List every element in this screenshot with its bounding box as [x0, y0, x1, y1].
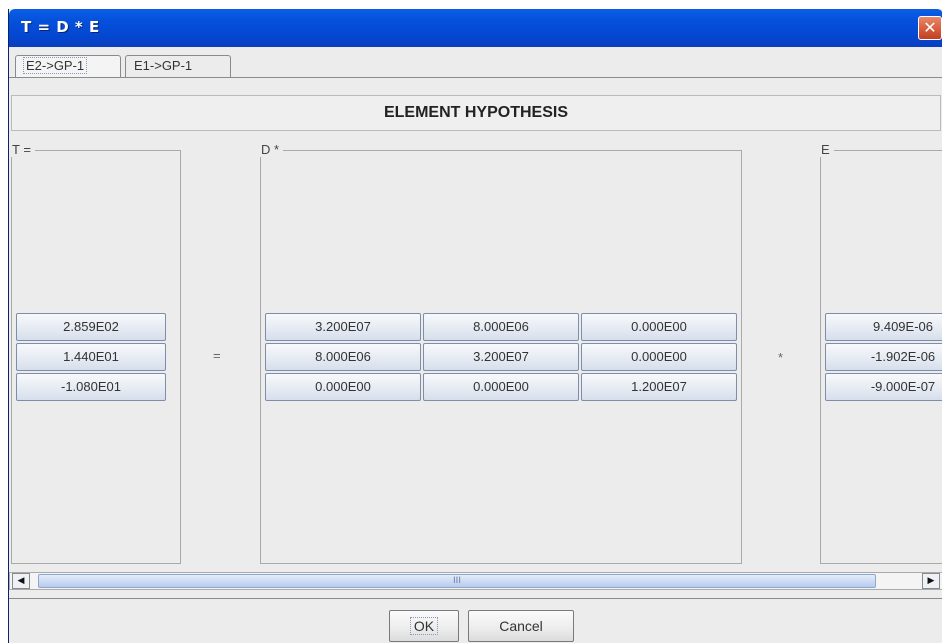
d-cell-2-1[interactable]: 0.000E00 — [423, 373, 579, 401]
tab-strip: E2->GP-1 E1->GP-1 — [9, 47, 942, 77]
d-cell-1-1[interactable]: 3.200E07 — [423, 343, 579, 371]
d-cell-1-0[interactable]: 8.000E06 — [265, 343, 421, 371]
group-label-d: D * — [259, 142, 284, 157]
tab-e2-gp1[interactable]: E2->GP-1 — [15, 55, 121, 77]
scroll-right-button[interactable]: ▶ — [922, 573, 940, 589]
tab-label: E2->GP-1 — [22, 57, 88, 74]
section-header: ELEMENT HYPOTHESIS — [11, 95, 941, 131]
d-cell-2-2[interactable]: 1.200E07 — [581, 373, 737, 401]
d-cell-1-2[interactable]: 0.000E00 — [581, 343, 737, 371]
d-cell-0-0[interactable]: 3.200E07 — [265, 313, 421, 341]
equals-operator: = — [213, 348, 221, 363]
tab-content: ELEMENT HYPOTHESIS T = 2.859E02 1.440E01… — [9, 77, 942, 599]
cancel-button[interactable]: Cancel — [468, 610, 574, 642]
horizontal-scrollbar[interactable]: ◀ III ▶ — [9, 572, 942, 590]
t-cell-0[interactable]: 2.859E02 — [16, 313, 166, 341]
group-label-t: T = — [10, 142, 35, 157]
ok-button[interactable]: OK — [389, 610, 459, 642]
d-cell-2-0[interactable]: 0.000E00 — [265, 373, 421, 401]
tab-e1-gp1[interactable]: E1->GP-1 — [125, 55, 231, 77]
group-t: T = 2.859E02 1.440E01 -1.080E01 — [10, 142, 181, 564]
group-label-e: E — [819, 142, 834, 157]
e-cell-0[interactable]: 9.409E-06 — [825, 313, 942, 341]
t-cell-2[interactable]: -1.080E01 — [16, 373, 166, 401]
scroll-thumb[interactable]: III — [38, 574, 876, 588]
tab-label: E1->GP-1 — [134, 58, 193, 73]
t-cell-1[interactable]: 1.440E01 — [16, 343, 166, 371]
dialog-window: T = D * E ✕ E2->GP-1 E1->GP-1 ELEMENT HY… — [8, 9, 942, 643]
title-bar[interactable]: T = D * E ✕ — [9, 9, 942, 47]
close-button[interactable]: ✕ — [918, 16, 942, 40]
arrow-right-icon: ▶ — [927, 576, 935, 586]
d-cell-0-1[interactable]: 8.000E06 — [423, 313, 579, 341]
e-cell-1[interactable]: -1.902E-06 — [825, 343, 942, 371]
scroll-left-button[interactable]: ◀ — [12, 573, 30, 589]
cancel-label: Cancel — [499, 618, 543, 634]
d-cell-0-2[interactable]: 0.000E00 — [581, 313, 737, 341]
window-title: T = D * E — [21, 18, 100, 36]
grip-icon: III — [453, 576, 461, 586]
group-d: D * 3.200E07 8.000E06 0.000E00 8.000E06 … — [259, 142, 742, 564]
ok-label: OK — [409, 617, 439, 635]
close-icon: ✕ — [923, 18, 937, 37]
arrow-left-icon: ◀ — [17, 576, 25, 586]
e-cell-2[interactable]: -9.000E-07 — [825, 373, 942, 401]
multiply-operator: * — [778, 350, 784, 365]
group-e: E 9.409E-06 -1.902E-06 -9.000E-07 — [819, 142, 942, 564]
dialog-footer: OK Cancel — [9, 599, 942, 643]
